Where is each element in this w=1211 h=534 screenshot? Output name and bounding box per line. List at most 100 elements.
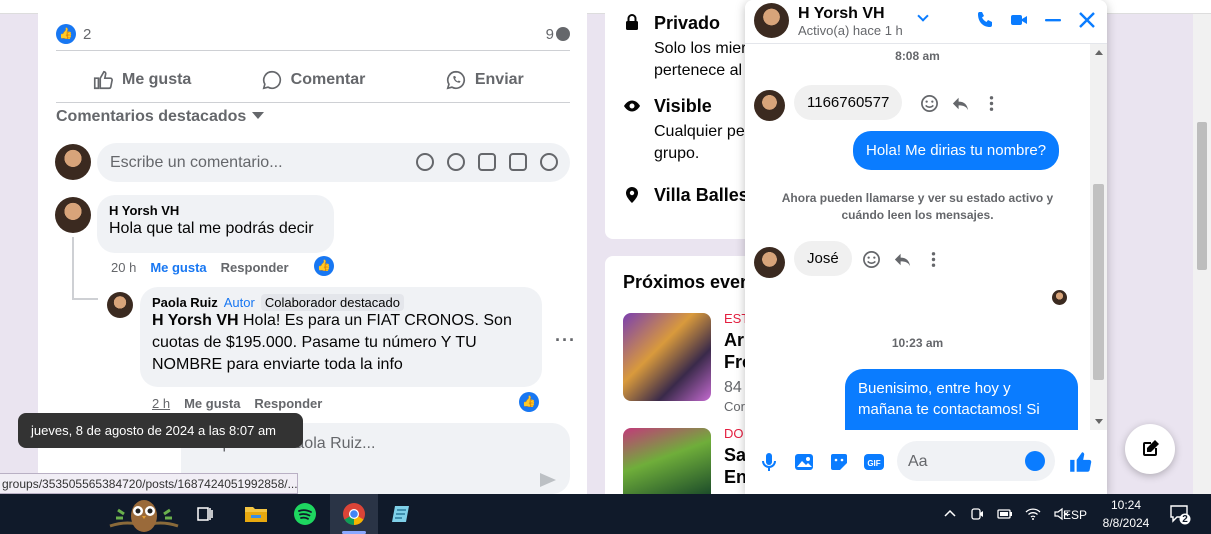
outgoing-message-line1: Buenisimo, entre hoy y (858, 380, 1011, 397)
spotify-icon (294, 503, 316, 525)
phone-icon[interactable] (975, 10, 995, 30)
meet-now-icon[interactable] (969, 506, 985, 522)
comment-like-link[interactable]: Me gusta (150, 260, 206, 275)
comment-author[interactable]: H Yorsh VH (109, 203, 322, 218)
scroll-down-arrow-icon[interactable] (1095, 419, 1103, 424)
owl-widget-icon[interactable] (108, 496, 180, 534)
composer-tools: GIF (758, 451, 885, 473)
location-pin-icon (626, 187, 638, 203)
taskbar-chrome[interactable] (330, 494, 378, 534)
reply-time[interactable]: 2 h (152, 396, 170, 411)
photo-icon[interactable] (793, 451, 815, 473)
outgoing-message[interactable]: Buenisimo, entre hoy y mañana te contacta… (845, 369, 1078, 430)
message-composer: GIF Aa (745, 430, 1107, 494)
gif-icon[interactable] (509, 153, 527, 171)
microphone-icon[interactable] (758, 451, 780, 473)
comment-button[interactable]: Comentar (227, 60, 398, 100)
emoji-picker-icon[interactable] (1025, 451, 1045, 471)
event-image[interactable] (623, 428, 711, 494)
chat-scrollbar-thumb[interactable] (1093, 184, 1104, 380)
close-icon[interactable] (1077, 10, 1097, 30)
send-button-label: Enviar (474, 71, 524, 88)
event-name-line2[interactable]: En (724, 466, 747, 489)
incoming-message[interactable]: José (794, 241, 852, 276)
more-vertical-icon[interactable] (924, 250, 943, 269)
wifi-icon[interactable] (1025, 506, 1041, 522)
reply-author-avatar[interactable] (107, 292, 133, 318)
comment-sort-label: Comentarios destacados (56, 108, 247, 125)
react-emoji-icon[interactable] (920, 94, 939, 113)
chat-contact-name[interactable]: H Yorsh VH (798, 5, 885, 23)
message-list[interactable]: 8:08 am 1166760577 Hola! Me dirias tu no… (745, 44, 1090, 430)
taskview-icon (197, 507, 213, 521)
new-message-button[interactable] (1125, 424, 1175, 474)
scroll-up-arrow-icon[interactable] (1095, 50, 1103, 55)
message-input[interactable]: Aa (897, 441, 1055, 481)
comment-input[interactable]: Escribe un comentario... (97, 143, 570, 182)
event-detail-1: 84 (724, 379, 742, 396)
reply-like-count-icon[interactable]: 👍 (519, 392, 539, 412)
more-vertical-icon[interactable] (982, 94, 1001, 113)
chat-contact-avatar[interactable] (754, 3, 789, 38)
clock-time[interactable]: 10:24 (1098, 498, 1154, 512)
taskview-button[interactable] (181, 494, 229, 534)
like-button[interactable]: Me gusta (56, 60, 227, 100)
reply-reply-link[interactable]: Responder (254, 396, 322, 411)
event-name-line1[interactable]: Sa (724, 444, 746, 467)
sender-avatar[interactable] (754, 247, 785, 278)
chat-scrollbar[interactable] (1090, 44, 1107, 430)
current-user-avatar[interactable] (55, 144, 91, 180)
location-text[interactable]: Villa Balles (654, 185, 749, 206)
like-reaction-icon[interactable]: 👍 (56, 24, 76, 44)
battery-icon[interactable] (997, 506, 1013, 522)
comment-time[interactable]: 20 h (111, 260, 136, 275)
reply-author[interactable]: Paola Ruiz (152, 295, 218, 310)
comment-reply-link[interactable]: Responder (221, 260, 289, 275)
comment-sort-dropdown[interactable]: Comentarios destacados (56, 108, 265, 126)
incoming-message[interactable]: 1166760577 (794, 85, 903, 120)
chevron-down-icon[interactable] (917, 10, 929, 22)
clock-date[interactable]: 8/8/2024 (1098, 516, 1154, 530)
gif-icon[interactable]: GIF (863, 451, 885, 473)
camera-icon[interactable] (478, 153, 496, 171)
sticker-icon[interactable] (828, 451, 850, 473)
event-image[interactable] (623, 313, 711, 401)
send-arrow-icon[interactable] (540, 473, 556, 487)
avatar-sticker-icon[interactable] (416, 153, 434, 171)
language-indicator[interactable]: ESP (1063, 508, 1087, 522)
emoji-icon[interactable] (447, 153, 465, 171)
chat-header[interactable]: H Yorsh VH Activo(a) hace 1 h (745, 0, 1107, 44)
taskbar-spotify[interactable] (281, 494, 329, 534)
svg-text:GIF: GIF (867, 459, 880, 468)
send-button[interactable]: Enviar (399, 60, 570, 100)
page-scrollbar-thumb[interactable] (1197, 122, 1207, 270)
comment-count[interactable]: 9 (546, 26, 570, 43)
event-name-line1[interactable]: Ar (724, 329, 744, 352)
taskbar-file-explorer[interactable] (232, 494, 280, 534)
more-options-icon[interactable]: ··· (555, 330, 576, 351)
reply-mention[interactable]: H Yorsh VH (152, 312, 239, 329)
sender-avatar[interactable] (754, 90, 785, 121)
commenter-avatar[interactable] (55, 197, 91, 233)
thumbs-up-send-icon[interactable] (1068, 449, 1094, 475)
notification-center-button[interactable]: 2 (1169, 494, 1191, 534)
reply-like-link[interactable]: Me gusta (184, 396, 240, 411)
minimize-icon[interactable] (1043, 10, 1063, 30)
outgoing-message-line2: mañana te contactamos! Si (858, 401, 1040, 418)
react-emoji-icon[interactable] (862, 250, 881, 269)
taskbar-notes-app[interactable] (378, 494, 426, 534)
comment-button-label: Comentar (290, 71, 366, 88)
reply-arrow-icon[interactable] (893, 250, 912, 269)
page-scrollbar[interactable] (1193, 14, 1211, 494)
video-call-icon[interactable] (1009, 10, 1029, 30)
reply-header: Paola Ruiz Autor Colaborador destacado (152, 294, 530, 311)
sticker-icon[interactable] (540, 153, 558, 171)
like-count[interactable]: 2 (83, 26, 91, 43)
comment-like-count-icon[interactable]: 👍 (314, 256, 334, 276)
comment-bubble-icon (556, 27, 570, 41)
chevron-up-icon[interactable] (943, 507, 957, 521)
outgoing-message[interactable]: Hola! Me dirias tu nombre? (853, 131, 1060, 170)
reply-arrow-icon[interactable] (951, 94, 970, 113)
reply-meta: 2 h Me gusta Responder (152, 396, 322, 411)
system-notice: Ahora pueden llamarse y ver su estado ac… (781, 191, 1054, 222)
